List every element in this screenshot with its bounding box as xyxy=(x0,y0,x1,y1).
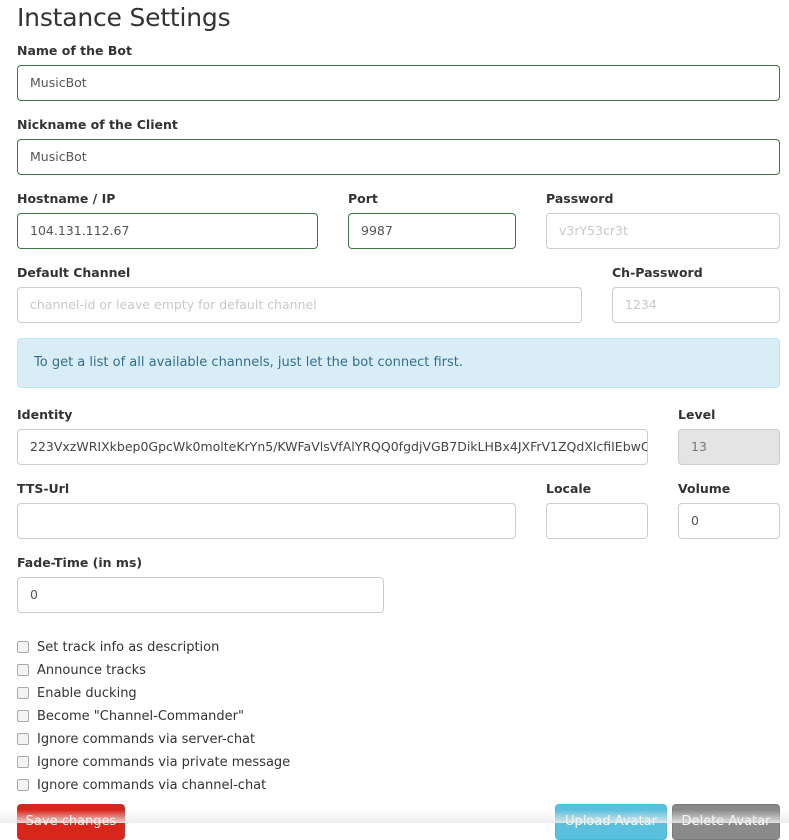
checkbox-square[interactable] xyxy=(17,687,29,699)
tts-url-label: TTS-Url xyxy=(17,481,70,496)
bot-name-label: Name of the Bot xyxy=(17,43,132,58)
volume-label: Volume xyxy=(678,481,731,496)
volume-input[interactable]: 0 xyxy=(678,503,780,539)
level-input: 13 xyxy=(678,429,780,465)
locale-input[interactable] xyxy=(546,503,648,539)
checkbox-square[interactable] xyxy=(17,756,29,768)
save-changes-button[interactable]: Save changes xyxy=(17,804,125,840)
fade-time-label: Fade-Time (in ms) xyxy=(17,555,143,570)
nickname-label: Nickname of the Client xyxy=(17,117,178,132)
locale-label: Locale xyxy=(546,481,592,496)
nickname-input[interactable]: MusicBot xyxy=(17,139,780,175)
hostname-label: Hostname / IP xyxy=(17,191,116,206)
checkbox-label: Announce tracks xyxy=(37,662,146,678)
checkbox-label: Enable ducking xyxy=(37,685,137,701)
checkbox-label: Ignore commands via channel-chat xyxy=(37,777,267,793)
identity-input[interactable]: 223VxzWRIXkbep0GpcWk0molteKrYn5/KWFaVlsV… xyxy=(17,429,648,465)
checkbox-announce-tracks[interactable]: Announce tracks xyxy=(17,660,146,680)
checkbox-square[interactable] xyxy=(17,779,29,791)
fade-time-input[interactable]: 0 xyxy=(17,577,384,613)
upload-avatar-button[interactable]: Upload Avatar xyxy=(555,804,667,840)
port-input[interactable]: 9987 xyxy=(348,213,516,249)
channels-info-alert: To get a list of all available channels,… xyxy=(17,338,780,388)
ch-password-placeholder: 1234 xyxy=(625,297,657,312)
page-title: Instance Settings xyxy=(17,3,231,32)
checkbox-channel-commander[interactable]: Become "Channel-Commander" xyxy=(17,706,244,726)
password-placeholder: v3rY53cr3t xyxy=(559,223,628,238)
hostname-input[interactable]: 104.131.112.67 xyxy=(17,213,318,249)
checkbox-square[interactable] xyxy=(17,733,29,745)
checkbox-square[interactable] xyxy=(17,710,29,722)
password-label: Password xyxy=(546,191,614,206)
tts-url-input[interactable] xyxy=(17,503,516,539)
default-channel-label: Default Channel xyxy=(17,265,131,280)
checkbox-square[interactable] xyxy=(17,641,29,653)
port-label: Port xyxy=(348,191,378,206)
password-input[interactable]: v3rY53cr3t xyxy=(546,213,780,249)
checkbox-ignore-private-message[interactable]: Ignore commands via private message xyxy=(17,752,290,772)
bot-name-input[interactable]: MusicBot xyxy=(17,65,780,101)
checkbox-label: Ignore commands via private message xyxy=(37,754,291,770)
checkbox-label: Set track info as description xyxy=(37,639,220,655)
ch-password-input[interactable]: 1234 xyxy=(612,287,780,323)
checkbox-ignore-channel-chat[interactable]: Ignore commands via channel-chat xyxy=(17,775,266,795)
checkbox-square[interactable] xyxy=(17,664,29,676)
default-channel-input[interactable]: channel-id or leave empty for default ch… xyxy=(17,287,582,323)
default-channel-placeholder: channel-id or leave empty for default ch… xyxy=(30,297,317,312)
checkbox-enable-ducking[interactable]: Enable ducking xyxy=(17,683,137,703)
ch-password-label: Ch-Password xyxy=(612,265,703,280)
checkbox-label: Ignore commands via server-chat xyxy=(37,731,256,747)
checkbox-ignore-server-chat[interactable]: Ignore commands via server-chat xyxy=(17,729,255,749)
delete-avatar-button[interactable]: Delete Avatar xyxy=(672,804,780,840)
identity-label: Identity xyxy=(17,407,73,422)
level-label: Level xyxy=(678,407,716,422)
checkbox-set-track-info[interactable]: Set track info as description xyxy=(17,637,219,657)
checkbox-label: Become "Channel-Commander" xyxy=(37,708,244,724)
